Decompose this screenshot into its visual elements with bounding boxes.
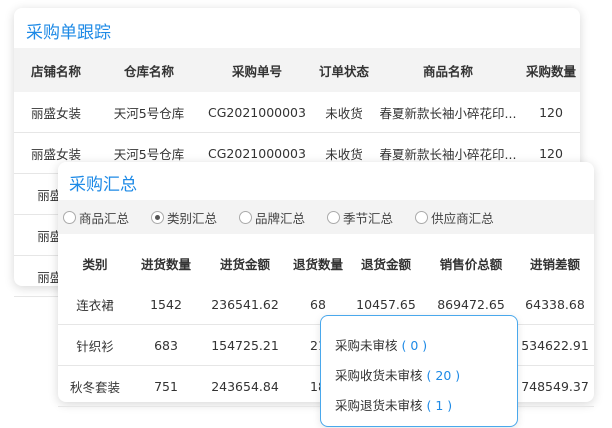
cell-purchase-amount: 243654.84 [200, 365, 290, 407]
cell-warehouse: 天河5号仓库 [98, 92, 200, 133]
popup-item-label: 采购退货未审核 [335, 398, 423, 413]
cell-product: 春夏新款长袖小碎花印... [374, 92, 522, 133]
col-shop-name[interactable]: 店铺名称 [14, 48, 98, 92]
cell-purchase-qty: 1542 [132, 284, 200, 325]
cell-purchase-qty: 751 [132, 365, 200, 407]
radio-product-summary[interactable]: 商品汇总 [63, 208, 129, 227]
radio-category-summary[interactable]: 类别汇总 [151, 208, 217, 227]
radio-circle-icon[interactable] [415, 210, 429, 224]
popup-item-receipt-unreviewed[interactable]: 采购收货未审核 ( 20 ) [335, 365, 460, 384]
summary-header-row: 类别 进货数量 进货金额 退货数量 退货金额 销售价总额 进销差额 [58, 242, 594, 284]
radio-label: 季节汇总 [343, 210, 394, 226]
col-return-amount[interactable]: 退货金额 [346, 242, 426, 284]
cell-purchase-amount: 154725.21 [200, 324, 290, 366]
popup-item-count[interactable]: ( 0 ) [402, 338, 428, 353]
cell-purchase-amount: 236541.62 [200, 284, 290, 325]
popup-item-purchase-unreviewed[interactable]: 采购未审核 ( 0 ) [335, 335, 427, 354]
radio-label: 供应商汇总 [431, 210, 494, 226]
col-return-qty[interactable]: 退货数量 [290, 242, 346, 284]
radio-label: 品牌汇总 [255, 210, 306, 226]
col-purchase-amount[interactable]: 进货金额 [200, 242, 290, 284]
pending-review-popup: 采购未审核 ( 0 ) 采购收货未审核 ( 20 ) 采购退货未审核 ( 1 ) [320, 315, 518, 427]
summary-type-radio-group: 商品汇总 类别汇总 品牌汇总 季节汇总 供应商汇总 [58, 200, 594, 234]
radio-label: 商品汇总 [79, 210, 130, 226]
table-row[interactable]: 丽盛女装 天河5号仓库 CG2021000003 未收货 春夏新款长袖小碎花印.… [14, 92, 580, 133]
cell-order-no: CG2021000003 [200, 92, 314, 133]
summary-title: 采购汇总 [69, 175, 137, 195]
cell-margin-diff: 64338.68 [516, 284, 594, 325]
popup-item-return-unreviewed[interactable]: 采购退货未审核 ( 1 ) [335, 395, 452, 414]
col-order-no[interactable]: 采购单号 [200, 48, 314, 92]
radio-circle-icon[interactable] [63, 210, 76, 224]
radio-circle-icon[interactable] [327, 210, 341, 224]
tracking-title: 采购单跟踪 [26, 23, 111, 43]
cell-status: 未收货 [314, 92, 374, 133]
cell-category: 针织衫 [58, 324, 132, 366]
col-margin-diff[interactable]: 进销差额 [516, 242, 594, 284]
cell-margin-diff: 748549.37 [516, 365, 594, 407]
col-purchase-qty[interactable]: 进货数量 [132, 242, 200, 284]
col-order-status[interactable]: 订单状态 [314, 48, 374, 92]
cell-margin-diff: 534622.91 [516, 324, 594, 366]
cell-purchase-qty: 683 [132, 324, 200, 366]
radio-label: 类别汇总 [167, 210, 218, 226]
col-product-name[interactable]: 商品名称 [374, 48, 522, 92]
cell-qty: 120 [522, 92, 580, 133]
popup-item-count[interactable]: ( 20 ) [427, 368, 461, 383]
col-sales-total[interactable]: 销售价总额 [426, 242, 516, 284]
col-category[interactable]: 类别 [58, 242, 132, 284]
cell-shop: 丽盛女装 [14, 92, 98, 133]
radio-season-summary[interactable]: 季节汇总 [327, 208, 393, 227]
popup-item-label: 采购未审核 [335, 338, 398, 353]
col-purchase-qty[interactable]: 采购数量 [522, 48, 580, 92]
popup-item-count[interactable]: ( 1 ) [427, 398, 453, 413]
radio-supplier-summary[interactable]: 供应商汇总 [415, 208, 494, 227]
col-warehouse-name[interactable]: 仓库名称 [98, 48, 200, 92]
radio-circle-icon[interactable] [151, 210, 165, 224]
tracking-header-row: 店铺名称 仓库名称 采购单号 订单状态 商品名称 采购数量 [14, 48, 580, 92]
radio-circle-icon[interactable] [239, 210, 253, 224]
radio-brand-summary[interactable]: 品牌汇总 [239, 208, 305, 227]
cell-category: 秋冬套装 [58, 365, 132, 407]
popup-item-label: 采购收货未审核 [335, 368, 423, 383]
cell-category: 连衣裙 [58, 284, 132, 325]
